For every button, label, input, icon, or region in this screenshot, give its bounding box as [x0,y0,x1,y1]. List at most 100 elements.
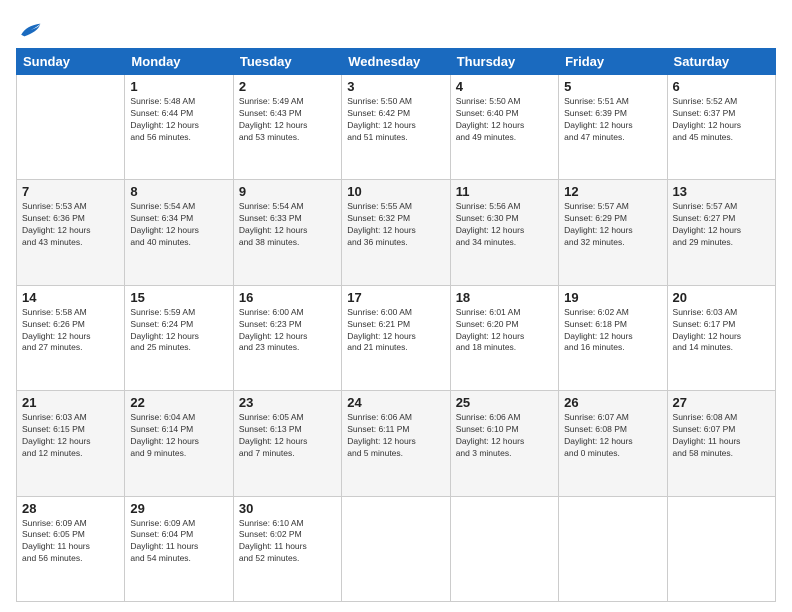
day-info: Sunrise: 5:53 AM Sunset: 6:36 PM Dayligh… [22,201,119,249]
logo-bird-icon [18,20,42,40]
logo [16,20,42,40]
weekday-header-wednesday: Wednesday [342,49,450,75]
calendar-cell: 8 Sunrise: 5:54 AM Sunset: 6:34 PM Daylig… [125,180,233,285]
day-number: 5 [564,79,661,94]
day-info: Sunrise: 5:58 AM Sunset: 6:26 PM Dayligh… [22,307,119,355]
calendar-cell: 26 Sunrise: 6:07 AM Sunset: 6:08 PM Dayli… [559,391,667,496]
calendar-cell: 6Sunrise: 5:52 AM Sunset: 6:37 PM Daylig… [667,75,775,180]
day-number: 21 [22,395,119,410]
day-info: Sunrise: 5:57 AM Sunset: 6:27 PM Dayligh… [673,201,770,249]
calendar-cell: 28 Sunrise: 6:09 AM Sunset: 6:05 PM Dayli… [17,496,125,601]
calendar-cell [667,496,775,601]
weekday-header-friday: Friday [559,49,667,75]
day-number: 29 [130,501,227,516]
day-info: Sunrise: 6:00 AM Sunset: 6:23 PM Dayligh… [239,307,336,355]
page-header [16,16,776,40]
calendar-week-row: 14 Sunrise: 5:58 AM Sunset: 6:26 PM Dayli… [17,285,776,390]
calendar-cell: 4Sunrise: 5:50 AM Sunset: 6:40 PM Daylig… [450,75,558,180]
day-info: Sunrise: 6:05 AM Sunset: 6:13 PM Dayligh… [239,412,336,460]
day-number: 26 [564,395,661,410]
day-info: Sunrise: 5:57 AM Sunset: 6:29 PM Dayligh… [564,201,661,249]
calendar-cell: 22 Sunrise: 6:04 AM Sunset: 6:14 PM Dayli… [125,391,233,496]
calendar-cell: 9 Sunrise: 5:54 AM Sunset: 6:33 PM Daylig… [233,180,341,285]
calendar-cell: 14 Sunrise: 5:58 AM Sunset: 6:26 PM Dayli… [17,285,125,390]
day-info: Sunrise: 5:50 AM Sunset: 6:42 PM Dayligh… [347,96,444,144]
day-number: 17 [347,290,444,305]
day-info: Sunrise: 5:56 AM Sunset: 6:30 PM Dayligh… [456,201,553,249]
day-number: 11 [456,184,553,199]
day-number: 10 [347,184,444,199]
weekday-header-thursday: Thursday [450,49,558,75]
day-number: 19 [564,290,661,305]
calendar-cell: 25Sunrise: 6:06 AM Sunset: 6:10 PM Dayli… [450,391,558,496]
day-info: Sunrise: 6:10 AM Sunset: 6:02 PM Dayligh… [239,518,336,566]
calendar-cell: 5 Sunrise: 5:51 AM Sunset: 6:39 PM Daylig… [559,75,667,180]
day-info: Sunrise: 6:09 AM Sunset: 6:05 PM Dayligh… [22,518,119,566]
calendar-cell: 3 Sunrise: 5:50 AM Sunset: 6:42 PM Daylig… [342,75,450,180]
calendar-cell: 16 Sunrise: 6:00 AM Sunset: 6:23 PM Dayli… [233,285,341,390]
weekday-header-saturday: Saturday [667,49,775,75]
day-number: 9 [239,184,336,199]
day-info: Sunrise: 6:06 AM Sunset: 6:11 PM Dayligh… [347,412,444,460]
day-info: Sunrise: 6:00 AM Sunset: 6:21 PM Dayligh… [347,307,444,355]
day-number: 2 [239,79,336,94]
calendar-cell: 13 Sunrise: 5:57 AM Sunset: 6:27 PM Dayli… [667,180,775,285]
calendar-cell [559,496,667,601]
calendar-cell: 18 Sunrise: 6:01 AM Sunset: 6:20 PM Dayli… [450,285,558,390]
calendar-cell [342,496,450,601]
calendar-table: SundayMondayTuesdayWednesdayThursdayFrid… [16,48,776,602]
calendar-cell: 1Sunrise: 5:48 AM Sunset: 6:44 PM Daylig… [125,75,233,180]
day-number: 25 [456,395,553,410]
calendar-cell [17,75,125,180]
day-info: Sunrise: 6:09 AM Sunset: 6:04 PM Dayligh… [130,518,227,566]
day-number: 30 [239,501,336,516]
day-info: Sunrise: 5:54 AM Sunset: 6:34 PM Dayligh… [130,201,227,249]
calendar-week-row: 28 Sunrise: 6:09 AM Sunset: 6:05 PM Dayli… [17,496,776,601]
day-number: 13 [673,184,770,199]
day-info: Sunrise: 5:49 AM Sunset: 6:43 PM Dayligh… [239,96,336,144]
calendar-cell: 29 Sunrise: 6:09 AM Sunset: 6:04 PM Dayli… [125,496,233,601]
weekday-header-monday: Monday [125,49,233,75]
day-number: 12 [564,184,661,199]
day-number: 16 [239,290,336,305]
day-info: Sunrise: 5:51 AM Sunset: 6:39 PM Dayligh… [564,96,661,144]
calendar-cell [450,496,558,601]
day-info: Sunrise: 5:52 AM Sunset: 6:37 PM Dayligh… [673,96,770,144]
calendar-cell: 21Sunrise: 6:03 AM Sunset: 6:15 PM Dayli… [17,391,125,496]
calendar-cell: 20Sunrise: 6:03 AM Sunset: 6:17 PM Dayli… [667,285,775,390]
day-info: Sunrise: 6:03 AM Sunset: 6:17 PM Dayligh… [673,307,770,355]
day-number: 18 [456,290,553,305]
day-number: 8 [130,184,227,199]
day-info: Sunrise: 6:07 AM Sunset: 6:08 PM Dayligh… [564,412,661,460]
day-number: 15 [130,290,227,305]
day-info: Sunrise: 6:01 AM Sunset: 6:20 PM Dayligh… [456,307,553,355]
day-info: Sunrise: 6:08 AM Sunset: 6:07 PM Dayligh… [673,412,770,460]
calendar-cell: 11 Sunrise: 5:56 AM Sunset: 6:30 PM Dayli… [450,180,558,285]
calendar-cell: 27Sunrise: 6:08 AM Sunset: 6:07 PM Dayli… [667,391,775,496]
calendar-cell: 23 Sunrise: 6:05 AM Sunset: 6:13 PM Dayli… [233,391,341,496]
day-number: 7 [22,184,119,199]
calendar-header-row: SundayMondayTuesdayWednesdayThursdayFrid… [17,49,776,75]
calendar-week-row: 1Sunrise: 5:48 AM Sunset: 6:44 PM Daylig… [17,75,776,180]
day-number: 23 [239,395,336,410]
day-number: 28 [22,501,119,516]
day-info: Sunrise: 6:02 AM Sunset: 6:18 PM Dayligh… [564,307,661,355]
weekday-header-sunday: Sunday [17,49,125,75]
weekday-header-tuesday: Tuesday [233,49,341,75]
day-number: 14 [22,290,119,305]
calendar-week-row: 7 Sunrise: 5:53 AM Sunset: 6:36 PM Daylig… [17,180,776,285]
day-info: Sunrise: 5:55 AM Sunset: 6:32 PM Dayligh… [347,201,444,249]
day-number: 1 [130,79,227,94]
day-info: Sunrise: 5:54 AM Sunset: 6:33 PM Dayligh… [239,201,336,249]
day-info: Sunrise: 5:50 AM Sunset: 6:40 PM Dayligh… [456,96,553,144]
calendar-cell: 15Sunrise: 5:59 AM Sunset: 6:24 PM Dayli… [125,285,233,390]
day-number: 22 [130,395,227,410]
calendar-cell: 19 Sunrise: 6:02 AM Sunset: 6:18 PM Dayli… [559,285,667,390]
calendar-cell: 24 Sunrise: 6:06 AM Sunset: 6:11 PM Dayli… [342,391,450,496]
day-number: 3 [347,79,444,94]
day-number: 24 [347,395,444,410]
calendar-week-row: 21Sunrise: 6:03 AM Sunset: 6:15 PM Dayli… [17,391,776,496]
day-info: Sunrise: 6:04 AM Sunset: 6:14 PM Dayligh… [130,412,227,460]
calendar-cell: 17 Sunrise: 6:00 AM Sunset: 6:21 PM Dayli… [342,285,450,390]
calendar-cell: 7 Sunrise: 5:53 AM Sunset: 6:36 PM Daylig… [17,180,125,285]
